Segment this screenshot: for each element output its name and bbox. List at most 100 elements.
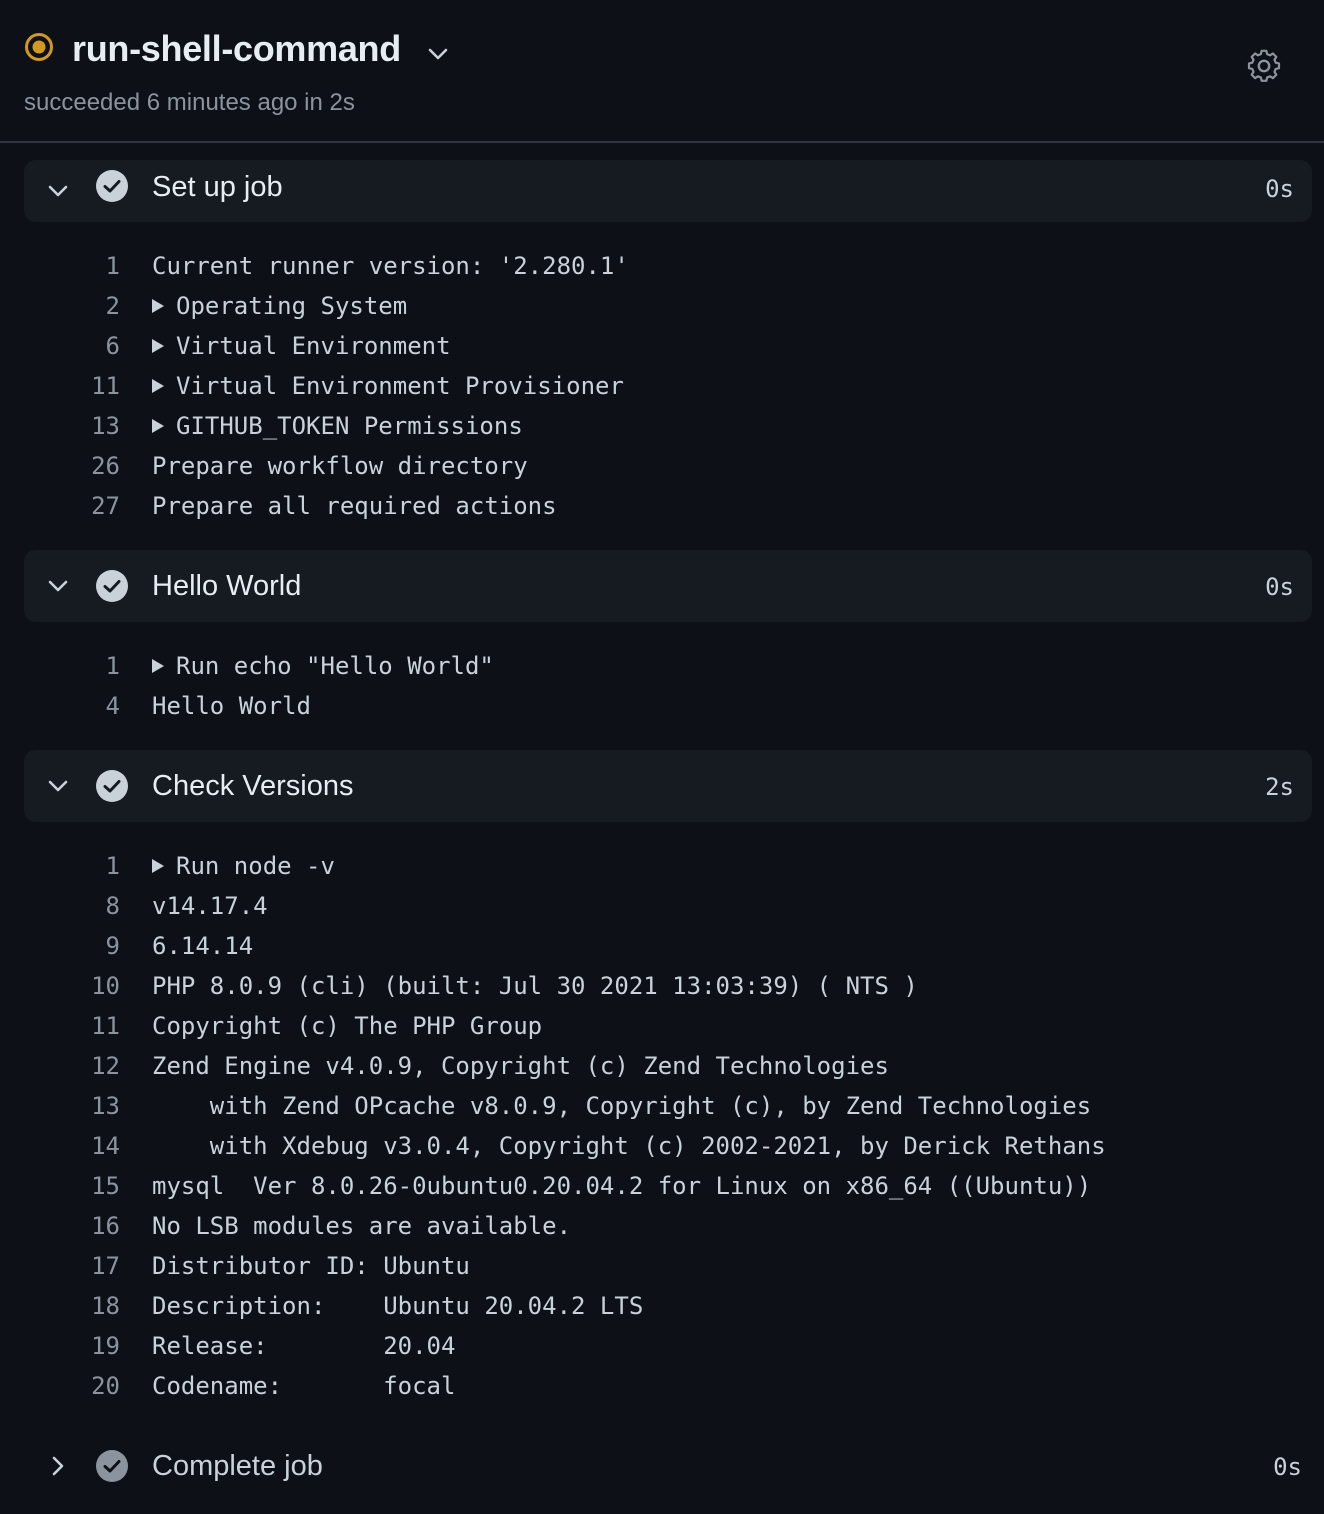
log-line: 19 Release: 20.04 [0, 1326, 1324, 1366]
step-header-set-up-job[interactable]: Set up job 0s [24, 160, 1312, 222]
step-header-complete-job[interactable]: Complete job 0s [24, 1430, 1312, 1502]
log-line[interactable]: 11 Virtual Environment Provisioner [0, 366, 1324, 406]
log-text: mysql Ver 8.0.26-0ubuntu0.20.04.2 for Li… [152, 1166, 1091, 1206]
log-text: Distributor ID: Ubuntu [152, 1246, 470, 1286]
triangle-right-icon [152, 299, 164, 313]
log-line[interactable]: 13 GITHUB_TOKEN Permissions [0, 406, 1324, 446]
log-line[interactable]: 2 Operating System [0, 286, 1324, 326]
line-number[interactable]: 13 [60, 406, 120, 446]
log-text: with Zend OPcache v8.0.9, Copyright (c),… [152, 1086, 1091, 1126]
line-number[interactable]: 10 [60, 966, 120, 1006]
log-text: Codename: focal [152, 1366, 455, 1406]
log-line-text: Virtual Environment Provisioner [176, 372, 624, 400]
check-circle-icon [96, 570, 128, 602]
line-number[interactable]: 20 [60, 1366, 120, 1406]
log-text: 6.14.14 [152, 926, 253, 966]
log-line[interactable]: 6 Virtual Environment [0, 326, 1324, 366]
triangle-right-icon [152, 379, 164, 393]
log-line[interactable]: 1 Run echo "Hello World" [0, 646, 1324, 686]
log-group-toggle[interactable]: Virtual Environment [152, 326, 451, 366]
job-status-meta: succeeded 6 minutes ago in 2s [24, 89, 355, 116]
check-circle-icon [96, 1450, 128, 1482]
log-line: 11 Copyright (c) The PHP Group [0, 1006, 1324, 1046]
log-line-text: v14.17.4 [152, 892, 268, 920]
log-line-text: Codename: focal [152, 1372, 456, 1400]
triangle-right-icon [152, 339, 164, 353]
log-line: 20 Codename: focal [0, 1366, 1324, 1406]
log-line-text: Release: 20.04 [152, 1332, 456, 1360]
log-line: 15 mysql Ver 8.0.26-0ubuntu0.20.04.2 for … [0, 1166, 1324, 1206]
chevron-down-icon[interactable] [424, 40, 452, 68]
log-line-text: mysql Ver 8.0.26-0ubuntu0.20.04.2 for Li… [152, 1172, 1092, 1200]
line-number[interactable]: 14 [60, 1126, 120, 1166]
log-line: 16 No LSB modules are available. [0, 1206, 1324, 1246]
log-text: PHP 8.0.9 (cli) (built: Jul 30 2021 13:0… [152, 966, 918, 1006]
log-line-text: Hello World [152, 692, 311, 720]
log-text: with Xdebug v3.0.4, Copyright (c) 2002-2… [152, 1126, 1106, 1166]
log-line-text: Run echo "Hello World" [176, 652, 494, 680]
line-number[interactable]: 2 [60, 286, 120, 326]
line-number[interactable]: 26 [60, 446, 120, 486]
log-group-toggle[interactable]: Run echo "Hello World" [152, 646, 494, 686]
log-line-text: No LSB modules are available. [152, 1212, 572, 1240]
line-number[interactable]: 1 [60, 646, 120, 686]
step-duration: 2s [1265, 773, 1294, 801]
log-line: 17 Distributor ID: Ubuntu [0, 1246, 1324, 1286]
line-number[interactable]: 18 [60, 1286, 120, 1326]
log-line-text: Description: Ubuntu 20.04.2 LTS [152, 1292, 644, 1320]
step-log-hello-world: 1 Run echo "Hello World" 4 Hello World [0, 646, 1324, 726]
log-text: Copyright (c) The PHP Group [152, 1006, 542, 1046]
log-line[interactable]: 1 Run node -v [0, 846, 1324, 886]
log-text: Description: Ubuntu 20.04.2 LTS [152, 1286, 643, 1326]
line-number[interactable]: 4 [60, 686, 120, 726]
log-line-text: 6.14.14 [152, 932, 254, 960]
chevron-down-icon [48, 780, 68, 792]
line-number[interactable]: 6 [60, 326, 120, 366]
log-line-text: Current runner version: '2.280.1' [152, 252, 629, 280]
log-group-toggle[interactable]: Operating System [152, 286, 407, 326]
log-text: No LSB modules are available. [152, 1206, 571, 1246]
gear-icon[interactable] [1244, 46, 1284, 86]
log-group-toggle[interactable]: Run node -v [152, 846, 335, 886]
log-text: v14.17.4 [152, 886, 268, 926]
log-line-text: Operating System [176, 292, 408, 320]
line-number[interactable]: 27 [60, 486, 120, 526]
log-line-text: Prepare all required actions [152, 492, 557, 520]
line-number[interactable]: 13 [60, 1086, 120, 1126]
log-group-toggle[interactable]: Virtual Environment Provisioner [152, 366, 624, 406]
line-number[interactable]: 1 [60, 246, 120, 286]
line-number[interactable]: 9 [60, 926, 120, 966]
step-header-hello-world[interactable]: Hello World 0s [24, 550, 1312, 622]
log-text: Current runner version: '2.280.1' [152, 246, 629, 286]
log-line: 13 with Zend OPcache v8.0.9, Copyright (… [0, 1086, 1324, 1126]
line-number[interactable]: 1 [60, 846, 120, 886]
log-line: 8 v14.17.4 [0, 886, 1324, 926]
log-line: 1 Current runner version: '2.280.1' [0, 246, 1324, 286]
chevron-down-icon [48, 185, 68, 197]
log-line: 9 6.14.14 [0, 926, 1324, 966]
line-number[interactable]: 15 [60, 1166, 120, 1206]
log-line-text: with Xdebug v3.0.4, Copyright (c) 2002-2… [152, 1132, 1106, 1160]
line-number[interactable]: 17 [60, 1246, 120, 1286]
chevron-down-icon [48, 580, 68, 592]
line-number[interactable]: 11 [60, 366, 120, 406]
line-number[interactable]: 16 [60, 1206, 120, 1246]
step-title: Check Versions [152, 770, 354, 802]
log-line: 10 PHP 8.0.9 (cli) (built: Jul 30 2021 13… [0, 966, 1324, 1006]
line-number[interactable]: 8 [60, 886, 120, 926]
log-line: 26 Prepare workflow directory [0, 446, 1324, 486]
line-number[interactable]: 19 [60, 1326, 120, 1366]
step-duration: 0s [1265, 175, 1294, 203]
log-text: Prepare workflow directory [152, 446, 528, 486]
line-number[interactable]: 11 [60, 1006, 120, 1046]
log-group-toggle[interactable]: GITHUB_TOKEN Permissions [152, 406, 523, 446]
step-duration: 0s [1273, 1453, 1302, 1481]
line-number[interactable]: 12 [60, 1046, 120, 1086]
step-title: Complete job [152, 1450, 323, 1482]
log-line-text: Run node -v [176, 852, 335, 880]
log-text: Prepare all required actions [152, 486, 557, 526]
step-header-check-versions[interactable]: Check Versions 2s [24, 750, 1312, 822]
log-line-text: GITHUB_TOKEN Permissions [176, 412, 523, 440]
log-text: Release: 20.04 [152, 1326, 455, 1366]
triangle-right-icon [152, 419, 164, 433]
